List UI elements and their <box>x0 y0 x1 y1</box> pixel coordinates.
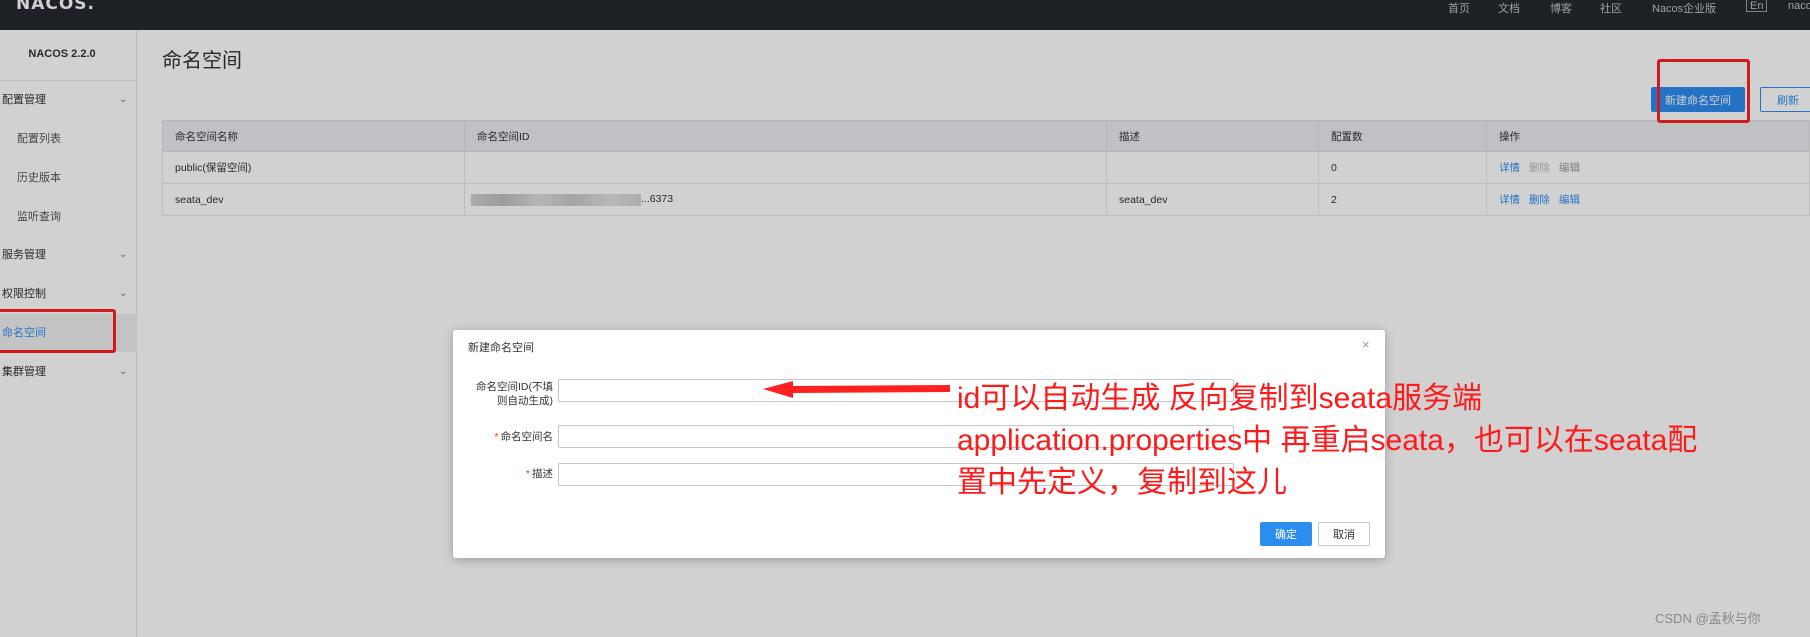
watermark: CSDN @孟秋与你 <box>1655 611 1761 626</box>
annotation-text: id可以自动生成 反向复制到seata服务端 application.prope… <box>957 378 1810 504</box>
annotation-line-1: id可以自动生成 反向复制到seata服务端 <box>957 382 1483 415</box>
annotation-arrow <box>763 381 950 398</box>
arrow-shape <box>763 381 950 398</box>
annotation-line-2: application.properties中 再重启seata，也可以在sea… <box>957 424 1698 457</box>
annotation-line-3: 置中先定义，复制到这儿 <box>957 466 1287 499</box>
